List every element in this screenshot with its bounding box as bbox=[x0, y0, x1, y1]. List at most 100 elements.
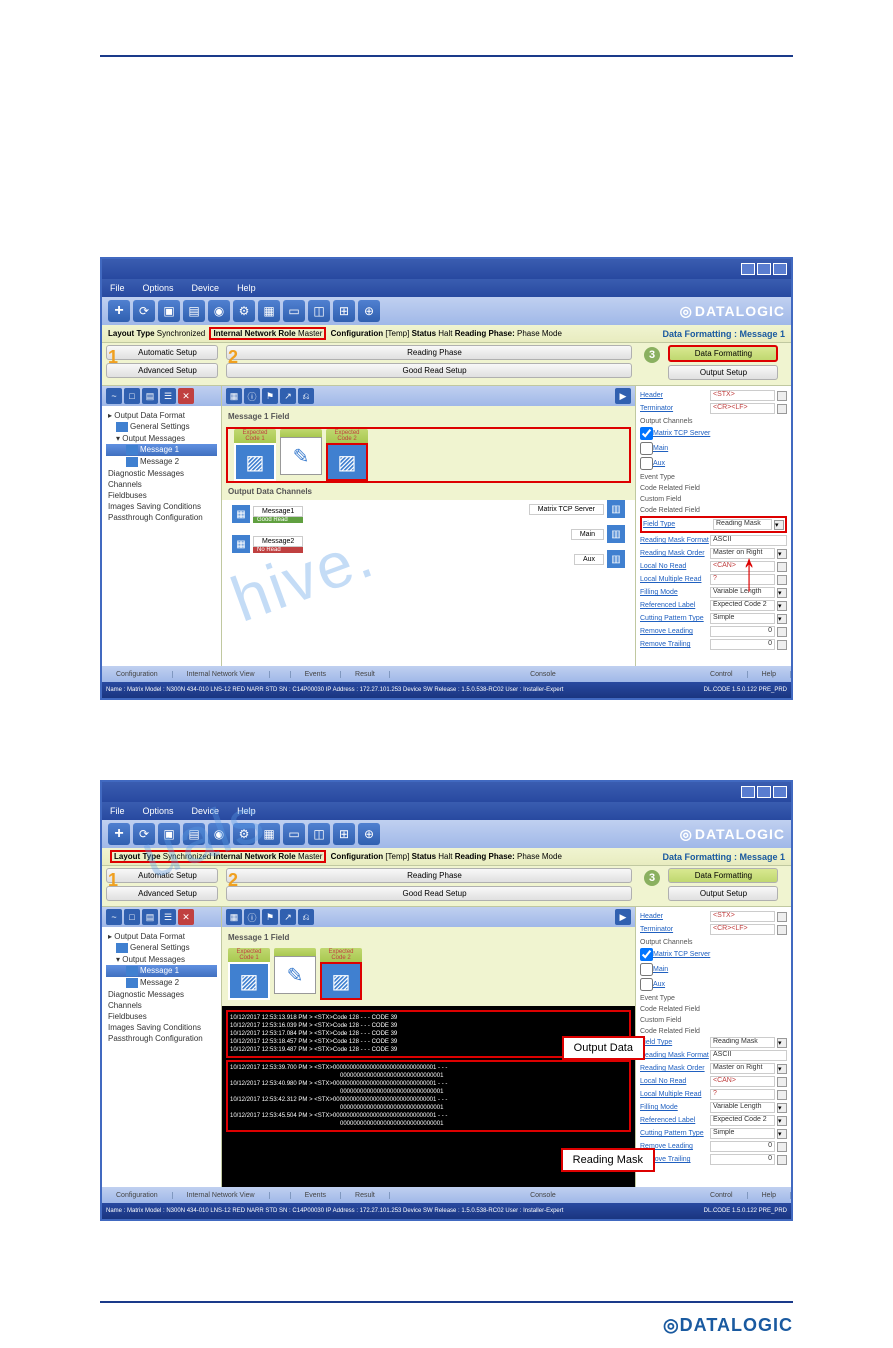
lt-icon-1[interactable]: ~ bbox=[106, 388, 122, 404]
max-icon[interactable] bbox=[757, 263, 771, 275]
tb-icon-6[interactable]: ▦ bbox=[258, 823, 280, 845]
tb-icon-4[interactable]: ◉ bbox=[208, 823, 230, 845]
output-setup-button[interactable]: Output Setup bbox=[668, 886, 778, 901]
tb-icon-9[interactable]: ⊞ bbox=[333, 300, 355, 322]
tb-icon-6[interactable]: ▦ bbox=[258, 300, 280, 322]
dropdown-icon[interactable]: ▾ bbox=[777, 1103, 787, 1113]
tab-result[interactable]: Result bbox=[341, 671, 390, 678]
menu-help[interactable]: Help bbox=[237, 806, 256, 816]
reading-phase-button[interactable]: Reading Phase bbox=[226, 345, 632, 360]
prop-local-multiread[interactable]: Local Multiple Read bbox=[640, 1091, 710, 1098]
tb-icon-3[interactable]: ▤ bbox=[183, 823, 205, 845]
lt-icon-2[interactable]: □ bbox=[124, 388, 140, 404]
min-icon[interactable] bbox=[741, 786, 755, 798]
flow-msg1[interactable]: ▦Message1Good Read bbox=[232, 505, 303, 523]
tree-images[interactable]: Images Saving Conditions bbox=[106, 501, 217, 512]
tree-images[interactable]: Images Saving Conditions bbox=[106, 1022, 217, 1033]
prop-fill-mode[interactable]: Filling Mode bbox=[640, 1104, 710, 1111]
tree-passthrough[interactable]: Passthrough Configuration bbox=[106, 512, 217, 523]
tb-icon-2[interactable]: ▣ bbox=[158, 823, 180, 845]
edit-icon[interactable] bbox=[777, 404, 787, 414]
add-icon[interactable]: + bbox=[108, 823, 130, 845]
tree-root[interactable]: ▸ Output Data Format bbox=[106, 931, 217, 942]
separator-box[interactable]: ✎ bbox=[280, 429, 322, 481]
tab-control[interactable]: Control bbox=[696, 1192, 748, 1199]
tb-icon-1[interactable]: ⟳ bbox=[133, 300, 155, 322]
chk-aux[interactable] bbox=[640, 457, 653, 470]
lt-icon-2[interactable]: □ bbox=[124, 909, 140, 925]
prop-local-multiread[interactable]: Local Multiple Read bbox=[640, 576, 710, 583]
expected-code-2[interactable]: Expected Code 2▨ bbox=[326, 429, 368, 481]
lt-icon-3[interactable]: ▤ bbox=[142, 909, 158, 925]
good-read-button[interactable]: Good Read Setup bbox=[226, 363, 632, 378]
prop-terminator[interactable]: Terminator bbox=[640, 926, 710, 933]
prop-header[interactable]: Header bbox=[640, 392, 710, 399]
spinner-icon[interactable] bbox=[777, 627, 787, 637]
mt-icon-1[interactable]: ▦ bbox=[226, 388, 242, 404]
tree-channels[interactable]: Channels bbox=[106, 479, 217, 490]
mt-icon-4[interactable]: ↗ bbox=[280, 909, 296, 925]
field-type-select[interactable]: Reading Mask bbox=[710, 1037, 775, 1048]
tab-events[interactable]: Events bbox=[290, 1192, 341, 1199]
flow-aux[interactable]: Aux▥ bbox=[574, 550, 625, 568]
menu-file[interactable]: File bbox=[110, 283, 125, 293]
prop-terminator[interactable]: Terminator bbox=[640, 405, 710, 412]
prop-fill-mode[interactable]: Filling Mode bbox=[640, 589, 710, 596]
tree-fieldbuses[interactable]: Fieldbuses bbox=[106, 490, 217, 501]
tb-icon-10[interactable]: ⊕ bbox=[358, 300, 380, 322]
tb-icon-9[interactable]: ⊞ bbox=[333, 823, 355, 845]
spinner-icon[interactable] bbox=[777, 640, 787, 650]
dropdown-icon[interactable]: ▾ bbox=[777, 614, 787, 624]
separator-box[interactable]: ✎ bbox=[274, 948, 316, 1000]
edit-icon[interactable] bbox=[777, 912, 787, 922]
auto-setup-button[interactable]: Automatic Setup bbox=[106, 868, 218, 883]
tree-output-msgs[interactable]: ▾ Output Messages bbox=[106, 433, 217, 444]
prop-header[interactable]: Header bbox=[640, 913, 710, 920]
tb-icon-5[interactable]: ⚙ bbox=[233, 823, 255, 845]
tab-control[interactable]: Control bbox=[696, 671, 748, 678]
tb-icon-2[interactable]: ▣ bbox=[158, 300, 180, 322]
tree-message-1[interactable]: Message 1 bbox=[106, 444, 217, 456]
auto-setup-button[interactable]: Automatic Setup bbox=[106, 345, 218, 360]
tb-icon-8[interactable]: ◫ bbox=[308, 300, 330, 322]
tree-output-msgs[interactable]: ▾ Output Messages bbox=[106, 954, 217, 965]
tab-help[interactable]: Help bbox=[748, 1192, 791, 1199]
tree-diag[interactable]: Diagnostic Messages bbox=[106, 989, 217, 1000]
dropdown-icon[interactable]: ▾ bbox=[777, 1064, 787, 1074]
output-setup-button[interactable]: Output Setup bbox=[668, 365, 778, 380]
data-formatting-button[interactable]: Data Formatting bbox=[668, 345, 778, 362]
tb-icon-3[interactable]: ▤ bbox=[183, 300, 205, 322]
close-icon[interactable] bbox=[773, 786, 787, 798]
menu-device[interactable]: Device bbox=[192, 283, 220, 293]
prop-ref-label[interactable]: Referenced Label bbox=[640, 1117, 710, 1124]
tree-general[interactable]: General Settings bbox=[106, 942, 217, 954]
mt-icon-2[interactable]: ⓘ bbox=[244, 909, 260, 925]
max-icon[interactable] bbox=[757, 786, 771, 798]
prop-remove-trailing[interactable]: Remove Trailing bbox=[640, 641, 710, 648]
data-formatting-button[interactable]: Data Formatting bbox=[668, 868, 778, 883]
tree-channels[interactable]: Channels bbox=[106, 1000, 217, 1011]
tree-general[interactable]: General Settings bbox=[106, 421, 217, 433]
tb-icon-4[interactable]: ◉ bbox=[208, 300, 230, 322]
tab-configuration[interactable]: Configuration bbox=[102, 671, 173, 678]
prop-rm-format[interactable]: Reading Mask Format bbox=[640, 537, 710, 544]
spinner-icon[interactable] bbox=[777, 1155, 787, 1165]
menu-options[interactable]: Options bbox=[143, 806, 174, 816]
dropdown-icon[interactable]: ▾ bbox=[777, 588, 787, 598]
mt-icon-3[interactable]: ⚑ bbox=[262, 388, 278, 404]
prop-rm-order[interactable]: Reading Mask Order bbox=[640, 550, 710, 557]
expected-code-1[interactable]: Expected Code 1▨ bbox=[234, 429, 276, 481]
tree-passthrough[interactable]: Passthrough Configuration bbox=[106, 1033, 217, 1044]
play-icon[interactable]: ▶ bbox=[615, 909, 631, 925]
tb-icon-5[interactable]: ⚙ bbox=[233, 300, 255, 322]
prop-field-type[interactable]: Field Type bbox=[643, 521, 713, 528]
menu-device[interactable]: Device bbox=[192, 806, 220, 816]
tree-root[interactable]: ▸ Output Data Format bbox=[106, 410, 217, 421]
tab-network-view[interactable]: Internal Network View bbox=[173, 1192, 270, 1199]
edit-icon[interactable] bbox=[777, 575, 787, 585]
prop-rm-format[interactable]: Reading Mask Format bbox=[640, 1052, 710, 1059]
tab-console[interactable]: Console bbox=[390, 1192, 696, 1199]
lt-icon-del[interactable]: ✕ bbox=[178, 909, 194, 925]
min-icon[interactable] bbox=[741, 263, 755, 275]
close-icon[interactable] bbox=[773, 263, 787, 275]
